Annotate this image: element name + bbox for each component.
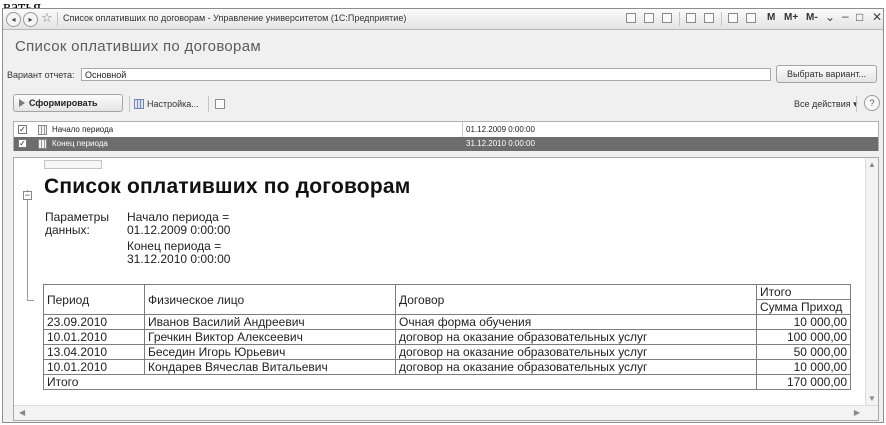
table-row[interactable]: 10.01.2010 Гречкин Виктор Алексеевич дог… [43,329,851,345]
cell-contract: договор на оказание образовательных услу… [395,359,757,375]
report-title: Список оплативших по договорам [44,175,411,198]
print-icon[interactable] [644,13,654,23]
calculator-icon[interactable] [728,13,738,23]
title-separator [679,12,680,26]
end-line-2: 31.12.2010 0:00:00 [127,252,231,266]
params-label-2: данных: [45,223,90,237]
cell-contract: Очная форма обучения [395,314,757,330]
title-bar: ◂ ▸ ☆ Список оплативших по договорам - У… [3,9,883,30]
favorite-icon[interactable] [686,13,696,23]
toolbar-separator [856,96,857,112]
param-row-selected[interactable]: ✓ Конец периода 31.12.2010 0:00:00 [14,137,878,151]
cell-contract: договор на оказание образовательных услу… [395,344,757,360]
param-checkbox[interactable]: ✓ [18,125,27,134]
param-value[interactable]: 31.12.2010 0:00:00 [466,137,535,151]
all-actions-menu[interactable]: Все действия ▾ [794,99,858,110]
toolbar-separator [208,96,209,112]
calendar-icon [38,125,47,135]
close-icon[interactable]: ✕ [872,10,882,24]
header-person: Физическое лицо [144,284,396,315]
scroll-up-icon[interactable]: ▲ [868,160,876,169]
variant-field[interactable]: Основной [81,68,771,81]
generate-label: Сформировать [29,98,98,108]
maximize-icon[interactable]: □ [856,10,863,24]
print-icon[interactable] [215,99,225,109]
window-title: Список оплативших по договорам - Управле… [63,13,407,23]
cell-period: 13.04.2010 [43,344,145,360]
header-total: Итого [756,284,851,300]
report-window: ◂ ▸ ☆ Список оплативших по договорам - У… [2,8,884,423]
play-icon [19,99,25,107]
cell-sum: 10 000,00 [756,359,851,375]
table-header-row: Период Физическое лицо Договор Итого [43,284,851,315]
back-icon[interactable]: ◂ [6,12,21,27]
cell-period: 23.09.2010 [43,314,145,330]
header-contract: Договор [395,284,757,315]
star-icon[interactable]: ☆ [41,10,53,26]
collapse-icon[interactable]: − [23,191,32,200]
report-table: Период Физическое лицо Договор Итого Сум… [43,284,851,390]
memory-minus-button[interactable]: M- [806,12,818,23]
param-name: Конец периода [52,139,108,148]
dropdown-icon[interactable]: ⌄ [825,10,835,24]
scroll-right-icon[interactable]: ▶ [854,408,860,417]
save-icon[interactable] [626,13,636,23]
title-separator [57,12,58,26]
vertical-scrollbar[interactable]: ▲ ▼ [865,158,878,406]
minimize-icon[interactable]: – [842,9,849,23]
forward-icon[interactable]: ▸ [23,12,38,27]
settings-button[interactable]: Настройка... [147,99,199,109]
title-separator [721,12,722,26]
cell-person: Беседин Игорь Юрьевич [144,344,396,360]
table-row[interactable]: 10.01.2010 Кондарев Вячеслав Витальевич … [43,359,851,375]
toolbar-separator [129,96,130,112]
scroll-left-icon[interactable]: ◀ [19,408,25,417]
calendar-icon [38,139,47,149]
preview-icon[interactable] [662,13,672,23]
cell-period: 10.01.2010 [43,329,145,345]
horizontal-scrollbar[interactable]: ◀ ▶ [14,405,878,420]
cell-contract: договор на оказание образовательных услу… [395,329,757,345]
table-total-row: Итого 170 000,00 [43,374,851,390]
param-row[interactable]: ✓ Начало периода 01.12.2009 0:00:00 [14,123,878,137]
generate-button[interactable]: Сформировать [13,94,123,112]
choose-variant-button[interactable]: Выбрать вариант... [776,65,877,83]
header-sum: Сумма Приход [756,299,851,315]
param-checkbox[interactable]: ✓ [18,139,27,148]
start-line-2: 01.12.2009 0:00:00 [127,223,231,237]
settings-icon[interactable] [134,99,144,109]
total-label: Итого [43,374,757,390]
memory-m-button[interactable]: M [767,12,775,23]
cell-person: Гречкин Виктор Алексеевич [144,329,396,345]
variant-label: Вариант отчета: [7,70,75,80]
param-name: Начало периода [52,125,114,134]
memory-plus-button[interactable]: M+ [784,12,798,23]
cell-period: 10.01.2010 [43,359,145,375]
table-row[interactable]: 13.04.2010 Беседин Игорь Юрьевич договор… [43,344,851,360]
cell-person: Кондарев Вячеслав Витальевич [144,359,396,375]
cell-sum: 10 000,00 [756,314,851,330]
report-corner-cell [44,160,102,169]
table-row[interactable]: 23.09.2010 Иванов Василий Андреевич Очна… [43,314,851,330]
header-period: Период [43,284,145,315]
form-title: Список оплативших по договорам [15,38,261,55]
cell-sum: 50 000,00 [756,344,851,360]
help-icon[interactable]: ? [864,95,880,111]
history-icon[interactable] [704,13,714,23]
parameters-table: ✓ Начало периода 01.12.2009 0:00:00 ✓ Ко… [13,121,879,151]
cell-sum: 100 000,00 [756,329,851,345]
group-bracket [27,190,34,301]
cell-person: Иванов Василий Андреевич [144,314,396,330]
scroll-down-icon[interactable]: ▼ [868,394,876,403]
calendar-icon[interactable] [746,13,756,23]
report-area[interactable]: − Список оплативших по договорам Парамет… [13,157,879,421]
param-value[interactable]: 01.12.2009 0:00:00 [466,123,535,137]
total-sum: 170 000,00 [756,374,851,390]
